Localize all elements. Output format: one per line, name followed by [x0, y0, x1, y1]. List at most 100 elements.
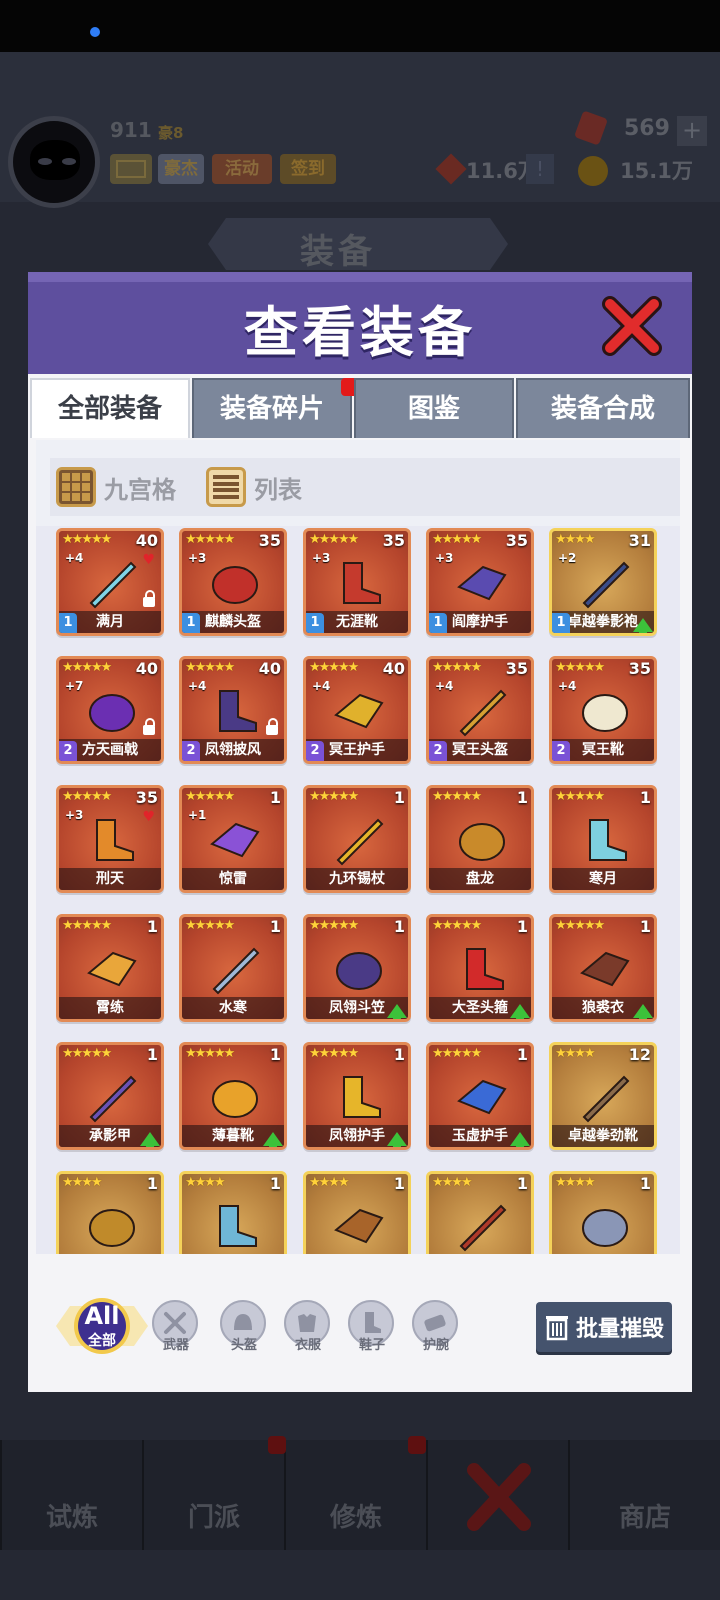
equipment-card[interactable]: ★★★★ 1	[549, 1171, 657, 1254]
equipment-card[interactable]: ★★★★★ 1 凤翎护手	[303, 1042, 411, 1150]
equipment-card[interactable]: ★★★★★ 40 +4 冥王护手 2	[303, 656, 411, 764]
equipment-card[interactable]: ★★★★★ 1 狼裘衣	[549, 914, 657, 1022]
equipment-card[interactable]: ★★★★★ 1 凤翎斗笠	[303, 914, 411, 1022]
item-count: 1	[393, 788, 405, 807]
batch-destroy-button[interactable]: 批量摧毁	[536, 1302, 672, 1352]
filter-all[interactable]: All 全部	[56, 1292, 148, 1360]
equipment-card[interactable]: ★★★★ 1	[56, 1171, 164, 1254]
hero-button[interactable]: 豪杰	[158, 154, 204, 184]
item-count: 1	[639, 1174, 651, 1193]
tab-all-equipment[interactable]: 全部装备	[30, 378, 190, 438]
tab-codex[interactable]: 图鉴	[354, 378, 514, 438]
tab-equipment-synthesis[interactable]: 装备合成	[516, 378, 690, 438]
equipment-card[interactable]: ★★★★★ 35 +3 无涯靴 1	[303, 528, 411, 636]
item-name: 水寒	[182, 997, 284, 1019]
filter-shoes[interactable]: 鞋子	[348, 1300, 396, 1362]
equipment-art-icon	[457, 565, 507, 601]
equipment-grid: ★★★★★ 40 +4 ♥ 满月 1 ★★★★★ 35 +3 麒麟头盔 1 ★★★★★ 35 +3 无涯靴 1…	[36, 526, 680, 1254]
dialog-header-strip	[28, 272, 692, 282]
activity-button[interactable]: 活动	[212, 154, 272, 184]
equipment-card[interactable]: ★★★★★ 1 水寒	[179, 914, 287, 1022]
filter-weapon-label: 武器	[162, 1338, 189, 1353]
equipment-card[interactable]: ★★★★★ 1 大圣头箍	[426, 914, 534, 1022]
equipment-card[interactable]: ★★★★★ 1 九环锡杖	[303, 785, 411, 893]
equipment-card[interactable]: ★★★★★ 35 +4 冥王头盔 2	[426, 656, 534, 764]
upgrade-arrow-icon	[510, 1004, 530, 1019]
tab-equipment-fragments[interactable]: 装备碎片	[192, 378, 352, 438]
star-rating: ★★★★★	[185, 789, 235, 804]
equipment-art-icon	[457, 1079, 507, 1115]
enhance-level: +4	[312, 679, 331, 693]
equipment-card[interactable]: ★★★★★ 1 玉虚护手	[426, 1042, 534, 1150]
item-count: 1	[516, 917, 528, 936]
gem-value: 569	[624, 116, 670, 141]
filter-helmet[interactable]: 头盔	[220, 1300, 268, 1362]
star-rating: ★★★★★	[62, 660, 112, 675]
tier-badge: 2	[306, 741, 324, 761]
equipment-art-icon	[212, 1080, 258, 1118]
equipment-card[interactable]: ★★★★★ 35 +3 阎摩护手 1	[426, 528, 534, 636]
item-count: 1	[393, 917, 405, 936]
item-name: 刑天	[59, 868, 161, 890]
equipment-card[interactable]: ★★★★★ 35 +4 冥王靴 2	[549, 656, 657, 764]
upgrade-arrow-icon	[140, 1132, 160, 1147]
star-rating: ★★★★★	[185, 918, 235, 933]
add-gem-button[interactable]: +	[677, 116, 707, 146]
equipment-card[interactable]: ★★★★ 1	[426, 1171, 534, 1254]
lock-icon	[143, 590, 155, 607]
equipment-card[interactable]: ★★★★★ 1 承影甲	[56, 1042, 164, 1150]
equipment-card[interactable]: ★★★★ 1	[303, 1171, 411, 1254]
equipment-card[interactable]: ★★★★ 12 卓越拳劲靴	[549, 1042, 657, 1150]
sign-in-button[interactable]: 签到	[280, 154, 336, 184]
item-count: 35	[135, 788, 158, 807]
equipment-card[interactable]: ★★★★★ 40 +4 ♥ 满月 1	[56, 528, 164, 636]
nav-cultivate[interactable]: 修炼	[284, 1440, 426, 1550]
mail-button[interactable]	[110, 154, 152, 184]
upgrade-arrow-icon	[263, 1132, 283, 1147]
item-name: 惊雷	[182, 868, 284, 890]
favorite-heart-icon: ♥	[142, 552, 155, 568]
equipment-art-icon	[582, 694, 628, 732]
lock-icon	[143, 718, 155, 735]
star-rating: ★★★★★	[432, 1046, 482, 1061]
item-count: 1	[269, 1174, 281, 1193]
equipment-card[interactable]: ★★★★★ 1 薄暮靴	[179, 1042, 287, 1150]
trash-icon	[545, 1316, 568, 1341]
equipment-card[interactable]: ★★★★★ 1 +1 惊雷	[179, 785, 287, 893]
filter-armor[interactable]: 衣服	[284, 1300, 332, 1362]
item-count: 40	[135, 531, 158, 550]
coin-value: 15.1万	[620, 159, 693, 183]
equipment-card[interactable]: ★★★★★ 35 +3 ♥ 刑天	[56, 785, 164, 893]
view-grid-option[interactable]: 九宫格	[56, 466, 176, 508]
equipment-art-icon	[459, 1204, 507, 1252]
filter-bracer[interactable]: 护腕	[412, 1300, 460, 1362]
equipment-card[interactable]: ★★★★★ 35 +3 麒麟头盔 1	[179, 528, 287, 636]
nav-trial[interactable]: 试炼	[0, 1440, 142, 1550]
nav-sect[interactable]: 门派	[142, 1440, 284, 1550]
item-count: 40	[258, 659, 281, 678]
equipment-card[interactable]: ★★★★ 1	[179, 1171, 287, 1254]
alert-button[interactable]: !	[526, 154, 554, 184]
tier-badge: 1	[59, 613, 77, 633]
equipment-card[interactable]: ★★★★★ 1 寒月	[549, 785, 657, 893]
star-rating: ★★★★	[62, 1175, 103, 1190]
equipment-card[interactable]: ★★★★★ 40 +7 方天画戟 2	[56, 656, 164, 764]
equipment-art-icon	[219, 1205, 257, 1247]
nav-center[interactable]	[426, 1440, 568, 1550]
nav-sect-label: 门派	[187, 1503, 240, 1533]
item-count: 31	[628, 531, 651, 550]
close-button[interactable]	[600, 296, 664, 356]
equipment-art-icon	[212, 947, 260, 995]
star-rating: ★★★★★	[432, 789, 482, 804]
equipment-card[interactable]: ★★★★ 31 +2 卓越拳影袍 1	[549, 528, 657, 636]
equipment-art-icon	[89, 1209, 135, 1247]
nav-shop[interactable]: 商店	[568, 1440, 720, 1550]
equipment-art-icon	[210, 822, 260, 858]
equipment-card[interactable]: ★★★★★ 1 盘龙	[426, 785, 534, 893]
equipment-card[interactable]: ★★★★★ 40 +4 凤翎披风 2	[179, 656, 287, 764]
filter-weapon[interactable]: 武器	[152, 1300, 200, 1362]
batch-destroy-label: 批量摧毁	[575, 1317, 664, 1342]
view-list-option[interactable]: 列表	[206, 466, 302, 508]
upgrade-arrow-icon	[633, 1004, 653, 1019]
equipment-card[interactable]: ★★★★★ 1 霄练	[56, 914, 164, 1022]
